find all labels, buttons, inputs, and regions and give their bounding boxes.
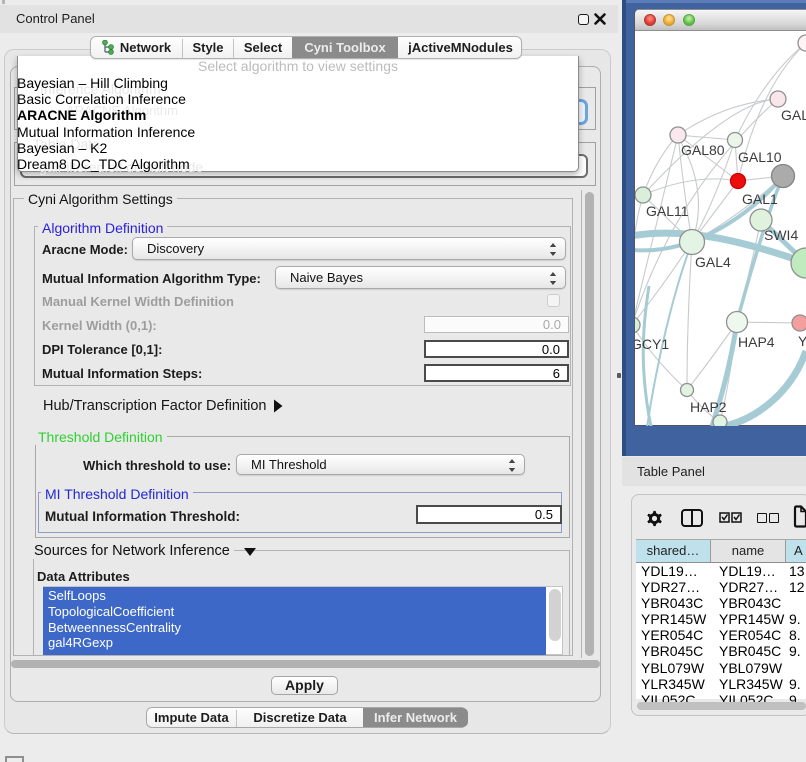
svg-text:GAL4: GAL4 (695, 254, 731, 270)
svg-text:HAP2: HAP2 (690, 399, 727, 415)
svg-text:GAL80: GAL80 (681, 142, 725, 158)
svg-text:SWI4: SWI4 (764, 227, 798, 243)
svg-text:GAL7: GAL7 (781, 107, 806, 123)
svg-text:GAL1: GAL1 (742, 191, 778, 207)
svg-text:Y: Y (798, 333, 806, 349)
svg-text:GAL11: GAL11 (646, 203, 689, 219)
svg-text:HAP4: HAP4 (738, 334, 775, 350)
svg-text:GCY1: GCY1 (635, 336, 669, 352)
svg-text:GAL10: GAL10 (738, 149, 782, 165)
